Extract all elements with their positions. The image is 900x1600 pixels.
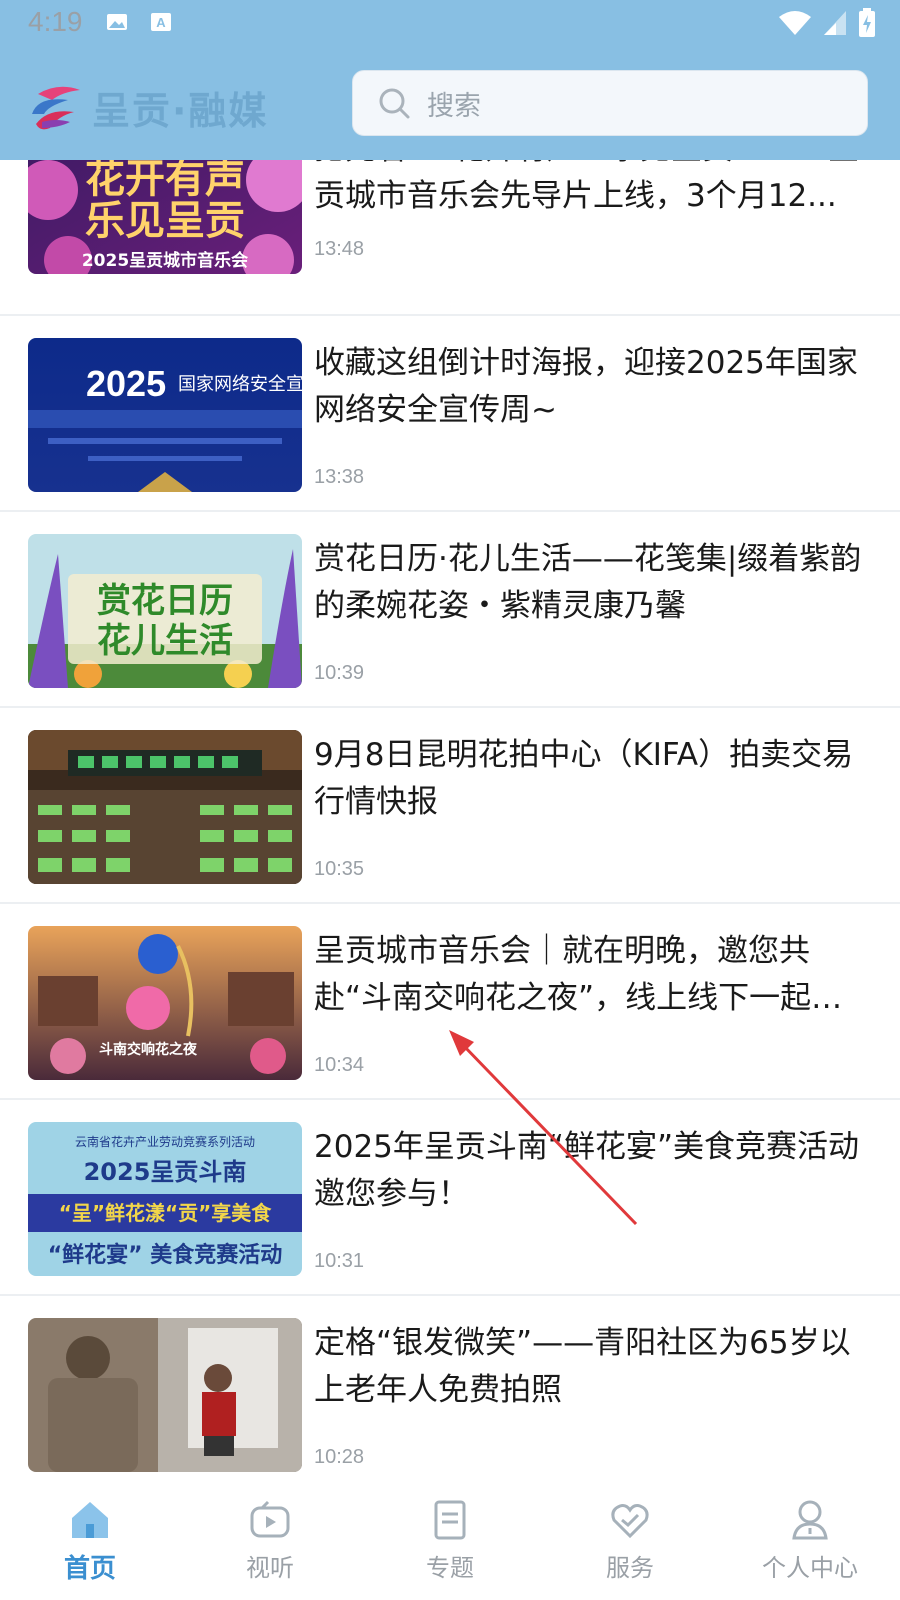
news-time: 13:48	[314, 238, 365, 260]
wifi-icon	[779, 11, 811, 35]
status-time: 4:19	[28, 6, 83, 37]
tab-home-label: 首页	[63, 1554, 116, 1584]
news-item[interactable]: 赏花日历 花儿生活 赏花日历·花儿生活——花笺集|缀着紫韵的柔婉花姿・紫精灵康乃…	[0, 512, 900, 708]
news-time: 13:38	[314, 466, 365, 488]
status-bar: 4:19 A	[0, 0, 900, 50]
news-title[interactable]: 呈贡城市音乐会｜就在明晚，邀您共赴“斗南交响花之夜”，线上线下一起…	[314, 928, 874, 1022]
tab-home[interactable]: 首页	[0, 1478, 180, 1600]
news-item[interactable]: 2025 国家网络安全宣传周 收藏这组倒计时海报，迎接2025年国家网络安全宣传…	[0, 316, 900, 512]
news-time: 10:34	[314, 1054, 365, 1076]
thumb-text: 2025	[86, 363, 166, 404]
thumb-text: 云南省花卉产业劳动竞赛系列活动	[75, 1134, 255, 1149]
svg-text:A: A	[156, 15, 166, 30]
app-name: 呈贡·融媒	[92, 89, 269, 133]
signal-icon	[824, 11, 846, 35]
battery-icon	[859, 8, 875, 37]
news-item[interactable]: 9月8日昆明花拍中心（KIFA）拍卖交易行情快报 10:35	[0, 708, 900, 904]
search-placeholder: 搜索	[427, 90, 481, 122]
tab-services[interactable]: 服务	[540, 1478, 720, 1600]
search-icon	[379, 88, 410, 119]
document-icon	[434, 1500, 466, 1540]
news-thumbnail: 赏花日历 花儿生活	[28, 534, 302, 688]
user-icon	[792, 1500, 828, 1540]
news-thumbnail	[28, 1318, 302, 1472]
logo-mark-icon	[32, 86, 80, 129]
news-title[interactable]: 9月8日昆明花拍中心（KIFA）拍卖交易行情快报	[314, 732, 874, 826]
news-title[interactable]: 赏花日历·花儿生活——花笺集|缀着紫韵的柔婉花姿・紫精灵康乃馨	[314, 536, 874, 630]
news-thumbnail: 斗南交响花之夜	[28, 926, 302, 1080]
news-time: 10:31	[314, 1250, 365, 1272]
app-header: 4:19 A 呈贡·融媒 搜索	[0, 0, 900, 160]
news-time: 10:28	[314, 1446, 365, 1468]
tab-topics-label: 专题	[426, 1554, 474, 1582]
news-thumbnail: 云南省花卉产业劳动竞赛系列活动 2025呈贡斗南 “呈”鲜花漾“贡”享美食 “鲜…	[28, 1122, 302, 1276]
news-thumbnail	[28, 730, 302, 884]
news-thumbnail: 2025 国家网络安全宣传周	[28, 338, 302, 492]
tab-topics[interactable]: 专题	[360, 1478, 540, 1600]
bottom-nav: 首页 视听 专题 服务 个人中心	[0, 1478, 900, 1600]
thumb-text: “呈”鲜花漾“贡”享美食	[59, 1201, 273, 1225]
news-item[interactable]: 斗南交响花之夜 呈贡城市音乐会｜就在明晚，邀您共赴“斗南交响花之夜”，线上线下一…	[0, 904, 900, 1100]
thumb-text: 2025呈贡斗南	[84, 1158, 247, 1186]
search-bar[interactable]: 搜索	[352, 70, 868, 136]
video-play-icon	[250, 1500, 290, 1538]
image-icon	[107, 14, 127, 30]
thumb-text: 2025呈贡城市音乐会	[82, 250, 248, 271]
thumb-text: 乐见呈贡	[85, 198, 245, 244]
thumb-text: 花开有声	[85, 156, 245, 202]
news-time: 10:39	[314, 662, 365, 684]
thumb-text: “鲜花宴” 美食竞赛活动	[48, 1242, 283, 1268]
thumb-text: 斗南交响花之夜	[99, 1041, 198, 1058]
news-title[interactable]: 定格“银发微笑”——青阳社区为65岁以上老年人免费拍照	[314, 1320, 874, 1414]
news-item[interactable]: 定格“银发微笑”——青阳社区为65岁以上老年人免费拍照 10:28	[0, 1296, 900, 1492]
news-title[interactable]: 收藏这组倒计时海报，迎接2025年国家网络安全宣传周~	[314, 340, 874, 434]
tab-services-label: 服务	[606, 1554, 654, 1582]
heart-check-icon	[611, 1504, 649, 1539]
thumb-text: 赏花日历	[97, 581, 233, 621]
news-item[interactable]: 云南省花卉产业劳动竞赛系列活动 2025呈贡斗南 “呈”鲜花漾“贡”享美食 “鲜…	[0, 1100, 900, 1296]
home-icon	[72, 1502, 108, 1538]
a-icon: A	[151, 13, 171, 31]
thumb-text: 花儿生活	[97, 621, 233, 661]
tab-profile-label: 个人中心	[762, 1554, 858, 1582]
app-logo: 呈贡·融媒	[28, 80, 268, 135]
news-time: 10:35	[314, 858, 365, 880]
news-title[interactable]: 2025年呈贡斗南“鲜花宴”美食竞赛活动邀您参与！	[314, 1124, 874, 1218]
tab-video[interactable]: 视听	[180, 1478, 360, 1600]
thumb-text: 国家网络安全宣传周	[178, 374, 302, 395]
tab-profile[interactable]: 个人中心	[720, 1478, 900, 1600]
tab-video-label: 视听	[246, 1554, 294, 1582]
